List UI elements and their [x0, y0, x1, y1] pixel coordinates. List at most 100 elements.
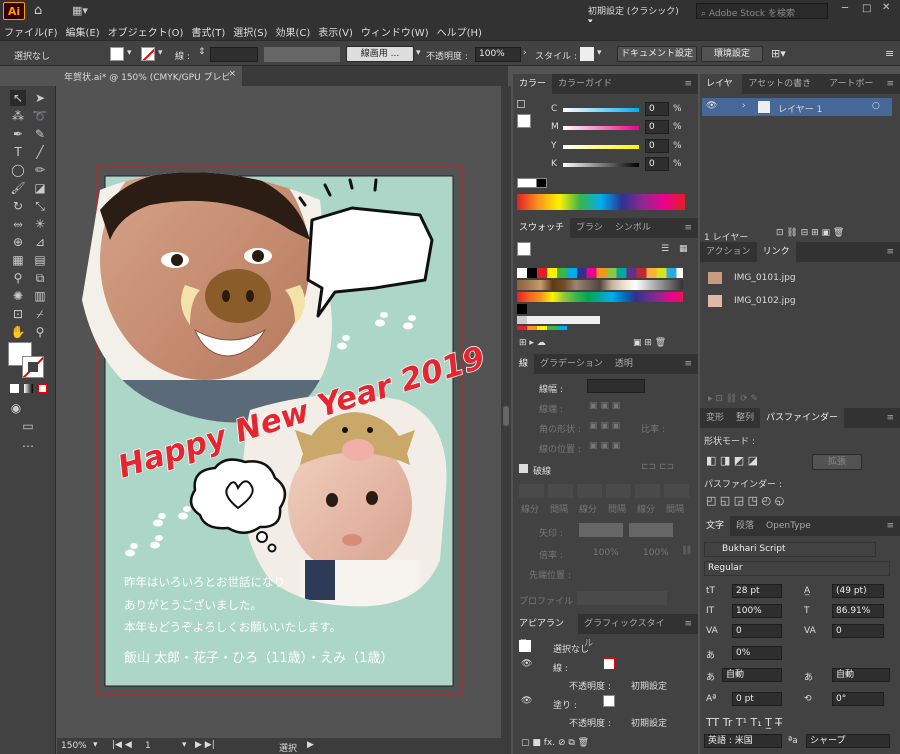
width-tool-icon[interactable]: ⥈: [10, 216, 26, 232]
font-family-select[interactable]: Bukhari Script: [704, 542, 876, 557]
artboard-number[interactable]: 1: [145, 741, 151, 751]
appearance-fill-label[interactable]: 塗り :: [553, 698, 577, 711]
stock-search-input[interactable]: ⌕ Adobe Stock を検索: [696, 3, 828, 19]
eyedropper-tool-icon[interactable]: ⚲: [10, 270, 26, 286]
layer-target-icon[interactable]: ○: [872, 101, 880, 111]
swatches-panel-menu-icon[interactable]: ≡: [678, 218, 698, 238]
menu-item-4[interactable]: 選択(S): [233, 24, 267, 39]
close-window-icon[interactable]: ✕: [882, 2, 890, 13]
tab-color[interactable]: カラー: [513, 74, 553, 94]
arrange-documents-icon[interactable]: ⊞▾: [771, 47, 786, 60]
greeting-line-1[interactable]: 昨年はいろいろとお世話になり: [124, 575, 285, 589]
menu-item-3[interactable]: 書式(T): [191, 24, 225, 39]
hand-tool-icon[interactable]: ✋: [10, 324, 26, 340]
fill-swatch[interactable]: [110, 47, 124, 61]
tab-gradient[interactable]: グラデーション: [534, 354, 609, 374]
draw-mode-icon[interactable]: ◉: [8, 400, 24, 416]
control-menu-icon[interactable]: ≡: [885, 47, 894, 60]
gradient-tool-icon[interactable]: ▤: [32, 252, 48, 268]
arrow-scale-end[interactable]: 100%: [643, 548, 669, 558]
stroke-stepper-icon[interactable]: ⇕: [198, 47, 206, 57]
character-panel-menu-icon[interactable]: ≡: [880, 516, 900, 536]
channel-m-slider[interactable]: [563, 126, 639, 130]
menu-item-8[interactable]: ヘルプ(H): [437, 24, 482, 39]
channel-c-input[interactable]: 0: [645, 102, 669, 116]
greeting-line-3[interactable]: 本年もどうぞよろしくお願いいたします。: [124, 620, 341, 634]
channel-y-slider[interactable]: [563, 145, 639, 149]
mesh-tool-icon[interactable]: ▦: [10, 252, 26, 268]
tab-paragraph[interactable]: 段落: [730, 516, 760, 536]
pencil-tool-icon[interactable]: ✏: [32, 162, 48, 178]
document-setup-button[interactable]: ドキュメント設定: [617, 46, 697, 62]
appearance-fill-swatch[interactable]: [603, 695, 615, 707]
appearance-footer-icons[interactable]: ▢ ■ fx. ⊘ ⧉ 🗑: [521, 738, 589, 748]
menu-item-1[interactable]: 編集(E): [66, 24, 100, 39]
fill-dropdown-icon[interactable]: ▾: [127, 48, 132, 58]
horizontal-scale-input[interactable]: 86.91%: [832, 604, 884, 618]
tab-links[interactable]: リンク: [756, 242, 796, 262]
tab-character[interactable]: 文字: [700, 516, 731, 536]
pathfinder-buttons[interactable]: ◰ ◱ ◲ ◳ ◴ ◵: [706, 494, 784, 507]
magic-wand-tool-icon[interactable]: ⁂: [10, 108, 26, 124]
symbol-sprayer-tool-icon[interactable]: ✺: [10, 288, 26, 304]
stroke-visibility-icon[interactable]: 👁: [521, 659, 532, 669]
zoom-dropdown-icon[interactable]: ▾: [93, 740, 98, 750]
tab-color-guide[interactable]: カラーガイド: [552, 74, 618, 94]
default-colors-icon[interactable]: [517, 100, 525, 108]
stroke-weight-input[interactable]: [210, 47, 258, 62]
link-file-1[interactable]: IMG_0101.jpg: [734, 273, 796, 283]
more-tools-icon[interactable]: ⋯: [20, 438, 36, 454]
stroke-none-swatch[interactable]: [141, 47, 155, 61]
appearance-stroke-swatch[interactable]: [603, 658, 615, 670]
tab-asset-export[interactable]: アセットの書き出し: [742, 74, 823, 109]
brush-dropdown-icon[interactable]: ▾: [416, 48, 421, 58]
links-panel-menu-icon[interactable]: ≡: [880, 242, 900, 262]
tab-stroke[interactable]: 線: [513, 354, 535, 374]
pathfinder-panel-menu-icon[interactable]: ≡: [880, 408, 900, 428]
font-size-input[interactable]: 28 pt: [732, 584, 782, 598]
puppet-warp-tool-icon[interactable]: ✳: [32, 216, 48, 232]
status-menu-icon[interactable]: ▶: [307, 740, 314, 750]
menu-item-2[interactable]: オブジェクト(O): [108, 24, 184, 39]
zoom-level[interactable]: 150%: [61, 741, 87, 751]
screen-mode-icon[interactable]: ▭: [20, 418, 36, 434]
gradient-mode-icon[interactable]: [24, 384, 33, 393]
scale-tool-icon[interactable]: ⤡: [32, 198, 48, 214]
minimize-icon[interactable]: ─: [842, 3, 848, 14]
font-style-select[interactable]: Regular: [704, 561, 890, 576]
channel-k-slider[interactable]: [563, 163, 639, 167]
tsume-input[interactable]: 0%: [732, 646, 782, 660]
graphic-style-swatch[interactable]: [580, 47, 594, 61]
arrowhead-end-select[interactable]: [629, 523, 673, 537]
selection-tool-icon[interactable]: ↖: [10, 90, 26, 106]
workspace-select[interactable]: 初期設定 (クラシック) ▾: [588, 4, 680, 27]
perspective-grid-tool-icon[interactable]: ⊿: [32, 234, 48, 250]
stroke-color-box[interactable]: [22, 356, 44, 378]
layers-panel-menu-icon[interactable]: ≡: [880, 74, 900, 94]
language-select[interactable]: 英語 : 米国: [704, 734, 782, 748]
menu-item-6[interactable]: 表示(V): [318, 24, 353, 39]
channel-k-input[interactable]: 0: [645, 157, 669, 171]
ellipse-tool-icon[interactable]: ◯: [10, 162, 26, 178]
dash-fields[interactable]: [519, 484, 689, 498]
lasso-tool-icon[interactable]: ➰: [32, 108, 48, 124]
artboard-tool-icon[interactable]: ⊡: [10, 306, 26, 322]
layer-expand-icon[interactable]: ›: [742, 101, 746, 111]
next-artboard-icon[interactable]: ▶ ▶|: [195, 740, 215, 750]
grid-view-icon[interactable]: ▦: [679, 244, 688, 254]
fill-visibility-icon[interactable]: 👁: [521, 696, 532, 706]
tab-transform[interactable]: 変形: [700, 408, 730, 428]
family-names[interactable]: 飯山 太郎・花子・ひろ（11歳）・えみ（1歳）: [124, 650, 393, 666]
dashed-line-checkbox[interactable]: [519, 464, 528, 473]
cap-buttons[interactable]: ▣ ▣ ▣: [589, 401, 620, 411]
layer-visibility-icon[interactable]: 👁: [706, 101, 717, 111]
greeting-line-2[interactable]: ありがとうございました。: [124, 598, 262, 612]
pen-tool-icon[interactable]: ✒: [10, 126, 26, 142]
home-icon[interactable]: ⌂: [34, 3, 42, 18]
menu-item-5[interactable]: 効果(C): [275, 24, 310, 39]
artboard-dropdown-icon[interactable]: ▾: [182, 740, 187, 750]
antialias-select[interactable]: シャープ: [806, 734, 890, 748]
artboard-canvas[interactable]: Happy New Year 2019 昨年はいろいろとお世話になり ありがとう…: [57, 86, 511, 738]
brush-definition[interactable]: 線画用 ...: [346, 46, 414, 62]
variable-width-profile[interactable]: [264, 47, 340, 62]
